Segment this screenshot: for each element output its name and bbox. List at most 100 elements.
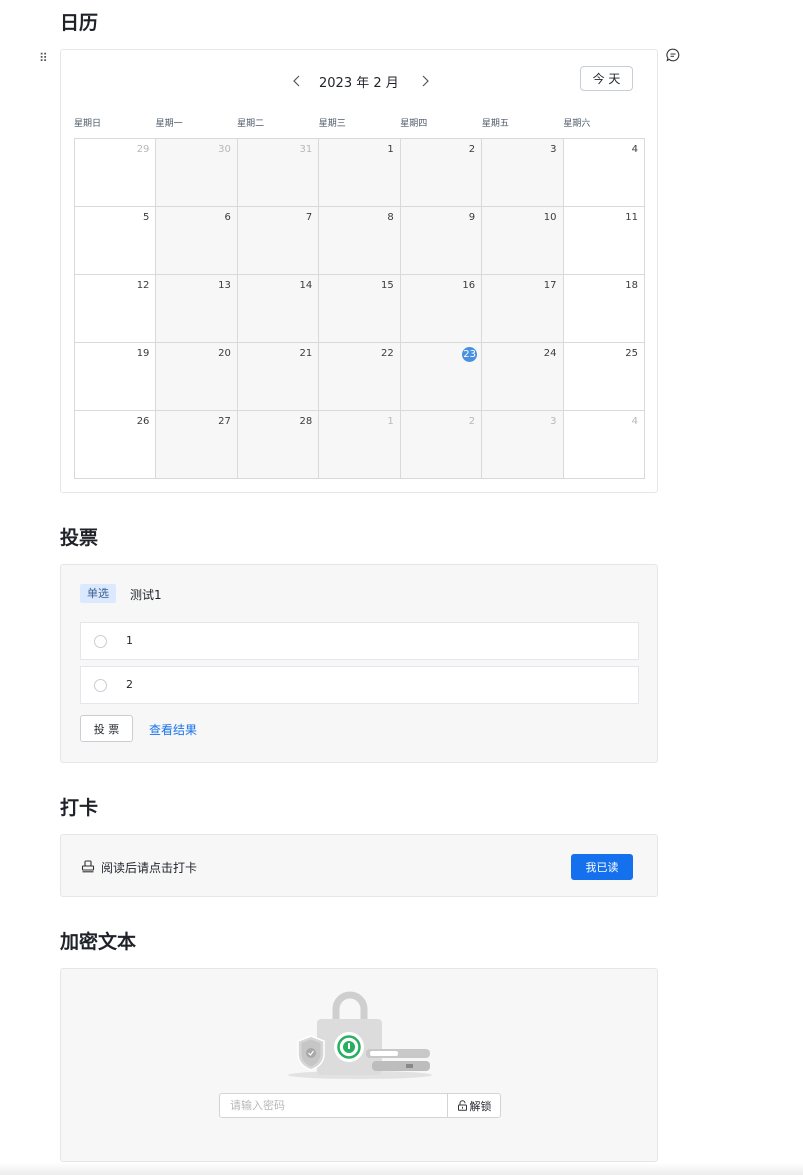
calendar-day[interactable]: 30 <box>156 139 238 207</box>
calendar-day[interactable]: 19 <box>75 343 157 411</box>
checkin-card: 阅读后请点击打卡 我已读 <box>60 834 658 897</box>
day-number: 24 <box>543 348 557 359</box>
vote-card: 单选 测试1 1 2 投 票 查看结果 <box>60 564 658 763</box>
calendar-day[interactable]: 20 <box>156 343 238 411</box>
day-number: 14 <box>299 280 313 291</box>
calendar-day[interactable]: 4 <box>563 139 645 207</box>
vote-button[interactable]: 投 票 <box>80 715 133 742</box>
weekday-label: 星期五 <box>481 119 509 129</box>
calendar-day[interactable]: 25 <box>563 343 645 411</box>
calendar-day[interactable]: 1 <box>319 411 401 479</box>
calendar-day[interactable]: 31 <box>237 139 320 207</box>
bottom-shadow-bar <box>0 1163 803 1175</box>
weekday-label: 星期二 <box>237 119 265 129</box>
calendar-day[interactable]: 5 <box>75 207 157 275</box>
unlock-button[interactable]: 解锁 <box>447 1093 501 1118</box>
day-number: 3 <box>550 144 557 155</box>
day-number: 31 <box>299 144 313 155</box>
calendar-day[interactable]: 27 <box>156 411 238 479</box>
password-input[interactable] <box>219 1093 448 1118</box>
unlock-button-label: 解锁 <box>469 1099 492 1113</box>
encrypted-section-title: 加密文本 <box>60 931 137 953</box>
calendar-day[interactable]: 21 <box>237 343 320 411</box>
calendar-month-label: 2023 年 2 月 <box>319 76 399 91</box>
today-button[interactable]: 今 天 <box>580 66 633 91</box>
day-number: 4 <box>631 416 638 427</box>
calendar-day[interactable]: 10 <box>482 207 564 275</box>
day-number: 20 <box>218 348 231 359</box>
vote-option-label: 2 <box>126 678 133 691</box>
calendar-week-row: 29 30 31 1 2 3 4 <box>75 139 645 207</box>
calendar-day[interactable]: 3 <box>482 139 564 207</box>
radio-button[interactable] <box>94 635 107 648</box>
day-number: 12 <box>136 280 150 291</box>
day-number: 15 <box>380 280 394 291</box>
day-number: 10 <box>543 212 557 223</box>
vote-option[interactable]: 2 <box>80 666 639 704</box>
checkin-instruction: 阅读后请点击打卡 <box>101 861 198 875</box>
calendar-day[interactable]: 16 <box>400 275 483 343</box>
weekday-label: 星期日 <box>74 119 102 129</box>
day-number: 1 <box>387 416 394 427</box>
stamp-icon <box>81 860 95 873</box>
calendar-week-row: 26 27 28 1 2 3 4 <box>75 411 645 479</box>
day-number: 8 <box>387 212 394 223</box>
day-number: 17 <box>543 280 557 291</box>
checkin-button[interactable]: 我已读 <box>571 854 633 880</box>
calendar-day[interactable]: 28 <box>237 411 320 479</box>
calendar-day[interactable]: 29 <box>75 139 157 207</box>
calendar-card: 2023 年 2 月 今 天 星期日 星期一 星期二 星期三 星期四 星期五 星期六 29 3… <box>60 49 658 493</box>
next-month-icon[interactable] <box>415 71 435 91</box>
calendar-day[interactable]: 2 <box>400 139 483 207</box>
calendar-day[interactable]: 3 <box>482 411 564 479</box>
calendar-day[interactable]: 26 <box>75 411 157 479</box>
calendar-day[interactable]: 1 <box>319 139 401 207</box>
calendar-day[interactable]: 12 <box>75 275 157 343</box>
day-number: 1 <box>387 144 394 155</box>
weekday-label: 星期三 <box>318 119 346 129</box>
calendar-section-title: 日历 <box>60 12 99 34</box>
view-results-link[interactable]: 查看结果 <box>149 721 197 738</box>
lock-illustration-icon <box>288 991 432 1079</box>
calendar-day[interactable]: 17 <box>482 275 564 343</box>
unlock-icon <box>457 1100 467 1111</box>
day-number: 22 <box>380 348 394 359</box>
calendar-day[interactable]: 14 <box>237 275 320 343</box>
day-number: 5 <box>143 212 150 223</box>
vote-section-title: 投票 <box>60 527 99 549</box>
calendar-day[interactable]: 9 <box>400 207 483 275</box>
weekday-header: 星期日 星期一 星期二 星期三 星期四 星期五 星期六 <box>74 116 645 130</box>
checkin-section-title: 打卡 <box>60 797 99 819</box>
calendar-day[interactable]: 8 <box>319 207 401 275</box>
day-number: 7 <box>305 212 313 223</box>
day-number: 26 <box>136 416 150 427</box>
vote-option-label: 1 <box>126 634 133 647</box>
encrypted-card: 解锁 <box>60 968 658 1162</box>
calendar-day-today[interactable]: 23 <box>400 343 483 411</box>
weekday-label: 星期六 <box>563 119 591 129</box>
day-number: 4 <box>631 144 638 155</box>
calendar-day[interactable]: 18 <box>563 275 645 343</box>
weekday-label: 星期四 <box>400 119 428 129</box>
calendar-day[interactable]: 13 <box>156 275 238 343</box>
calendar-nav: 2023 年 2 月 <box>61 71 657 91</box>
vote-question: 测试1 <box>130 588 162 602</box>
vote-option[interactable]: 1 <box>80 622 639 660</box>
calendar-day[interactable]: 24 <box>482 343 564 411</box>
calendar-day[interactable]: 6 <box>156 207 238 275</box>
calendar-day[interactable]: 15 <box>319 275 401 343</box>
calendar-grid: 29 30 31 1 2 3 4 5 6 7 8 9 10 11 12 13 14 15 16 17 18 19 20 21 2… <box>74 138 645 479</box>
calendar-day[interactable]: 22 <box>319 343 401 411</box>
calendar-day[interactable]: 2 <box>400 411 483 479</box>
day-number: 2 <box>468 144 476 155</box>
day-number: 2 <box>468 416 476 427</box>
calendar-day[interactable]: 11 <box>563 207 645 275</box>
radio-button[interactable] <box>94 679 107 692</box>
calendar-day[interactable]: 7 <box>237 207 320 275</box>
drag-handle-icon[interactable]: ⠿ <box>39 51 51 65</box>
day-number: 3 <box>550 416 557 427</box>
calendar-day[interactable]: 4 <box>563 411 645 479</box>
comment-icon[interactable] <box>666 48 680 62</box>
day-number: 28 <box>299 416 313 427</box>
prev-month-icon[interactable] <box>287 71 307 91</box>
